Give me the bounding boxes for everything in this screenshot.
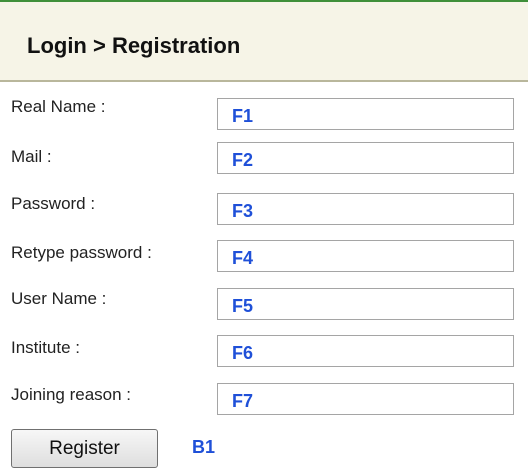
institute-field-tag: F6 xyxy=(232,343,254,363)
joining-reason-label: Joining reason : xyxy=(11,385,132,404)
institute-label: Institute : xyxy=(11,338,80,357)
user-name-label: User Name : xyxy=(11,289,107,308)
retype-password-label: Retype password : xyxy=(11,243,152,262)
joining-reason-field[interactable]: F7 xyxy=(217,383,514,415)
register-button[interactable]: Register xyxy=(11,429,158,468)
register-button-tag: B1 xyxy=(192,437,216,457)
password-field-tag: F3 xyxy=(232,201,254,221)
password-label: Password : xyxy=(11,194,96,213)
mail-field-tag: F2 xyxy=(232,150,254,170)
user-name-field-tag: F5 xyxy=(232,296,254,316)
user-name-field[interactable]: F5 xyxy=(217,288,514,320)
page-title: Login > Registration xyxy=(27,33,241,58)
mail-field[interactable]: F2 xyxy=(217,142,514,174)
institute-field[interactable]: F6 xyxy=(217,335,514,367)
joining-reason-field-tag: F7 xyxy=(232,391,254,411)
real-name-field-tag: F1 xyxy=(232,106,254,126)
page-header: Login > Registration xyxy=(0,0,528,82)
retype-password-field-tag: F4 xyxy=(232,248,254,268)
real-name-field[interactable]: F1 xyxy=(217,98,514,130)
password-field[interactable]: F3 xyxy=(217,193,514,225)
retype-password-field[interactable]: F4 xyxy=(217,240,514,272)
real-name-label: Real Name : xyxy=(11,97,106,116)
mail-label: Mail : xyxy=(11,147,52,166)
